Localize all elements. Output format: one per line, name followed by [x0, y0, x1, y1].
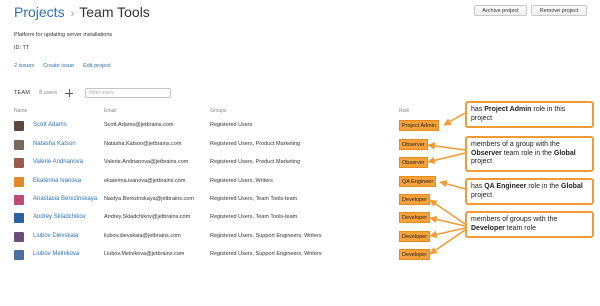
user-groups: Registered Users: [210, 122, 253, 128]
avatar: [14, 121, 24, 131]
user-groups: Registered Users, Product Marketing: [210, 141, 301, 147]
user-groups: Registered Users, Product Marketing: [210, 159, 301, 165]
breadcrumb-projects-link[interactable]: Projects: [14, 4, 65, 20]
add-user-icon[interactable]: [64, 88, 74, 98]
user-name-link[interactable]: Scott Adams: [33, 122, 67, 128]
project-links: 2 issues Create issue Edit project: [14, 63, 111, 69]
avatar: [14, 177, 24, 187]
user-email: Natasha.Katson@jetbrains.com: [104, 141, 182, 147]
breadcrumb: Projects › Team Tools: [14, 4, 150, 26]
role-badge: Developer: [399, 194, 431, 205]
user-email: Andrey.Skladchikov@jetbrains.com: [104, 214, 191, 220]
callout-observer: members of a group with the Observer tea…: [465, 136, 594, 172]
create-issue-link[interactable]: Create issue: [43, 63, 74, 69]
table-row: Andrey Skladchikov Andrey.Skladchikov@je…: [14, 209, 444, 227]
edit-project-link[interactable]: Edit project: [83, 63, 111, 69]
avatar: [14, 140, 24, 150]
table-row: Liubov Dievskaia liubov.dievskaia@jetbra…: [14, 228, 444, 246]
user-name-link[interactable]: Liubov Melnikova: [33, 251, 79, 257]
callout-project-admin: has Project Admin role in this project: [465, 101, 594, 128]
user-name-link[interactable]: Anastasia Berezinskaya: [33, 196, 97, 202]
page-title: Team Tools: [79, 4, 150, 20]
user-email: Nastya.Berezinskaya@jetbrains.com: [104, 196, 194, 202]
breadcrumb-separator: ›: [70, 8, 75, 20]
user-email: Liubov.Melnikova@jetbrains.com: [104, 251, 185, 257]
role-badge: Developer: [399, 249, 431, 260]
user-name-link[interactable]: Natasha Katson: [33, 141, 76, 147]
project-id: ID: TT: [14, 45, 30, 51]
user-email: Scott.Adams@jetbrains.com: [104, 122, 174, 128]
role-badge: Developer: [399, 212, 431, 223]
user-name-link[interactable]: Liubov Dievskaia: [33, 233, 78, 239]
team-toolbar: TEAM 8 users: [14, 88, 172, 98]
avatar: [14, 195, 24, 205]
role-badge: Observer: [399, 157, 428, 168]
role-badge: Project Admin: [399, 120, 439, 131]
callout-developer: members of groups with the Developer tea…: [465, 211, 594, 238]
callout-qa-engineer: has QA Engineer role in the Global proje…: [465, 178, 594, 205]
column-header-role: Role: [399, 108, 410, 114]
avatar: [14, 213, 24, 223]
user-groups: Registered Users, Support Engineers, Wri…: [210, 233, 322, 239]
user-email: ekaterina.ivanova@jetbrains.com: [104, 178, 186, 184]
column-header-name: Name: [14, 108, 28, 114]
user-name-link[interactable]: Andrey Skladchikov: [33, 214, 86, 220]
table-row: Valerie Andrianova Valerie.Andrianova@je…: [14, 154, 444, 172]
table-row: Liubov Melnikova Liubov.Melnikova@jetbra…: [14, 246, 444, 264]
team-heading: TEAM: [14, 90, 31, 96]
avatar: [14, 250, 24, 260]
column-header-groups: Groups: [210, 108, 227, 114]
table-row: Scott Adams Scott.Adams@jetbrains.com Re…: [14, 117, 444, 135]
user-groups: Registered Users, Team Tools-team: [210, 214, 298, 220]
user-groups: Registered Users, Writers: [210, 178, 273, 184]
user-groups: Registered Users, Support Engineers, Wri…: [210, 251, 322, 257]
table-row: Ekaterina Ivanova ekaterina.ivanova@jetb…: [14, 173, 444, 191]
role-badge: Developer: [399, 231, 431, 242]
avatar: [14, 158, 24, 168]
avatar: [14, 232, 24, 242]
user-email: Valerie.Andrianova@jetbrains.com: [104, 159, 189, 165]
table-row: Anastasia Berezinskaya Nastya.Berezinska…: [14, 191, 444, 209]
user-name-link[interactable]: Ekaterina Ivanova: [33, 178, 81, 184]
role-badge: Observer: [399, 139, 428, 150]
table-row: Natasha Katson Natasha.Katson@jetbrains.…: [14, 136, 444, 154]
role-badge: QA Engineer: [399, 176, 437, 187]
user-name-link[interactable]: Valerie Andrianova: [33, 159, 83, 165]
remove-project-button[interactable]: Remove project: [531, 5, 587, 16]
team-user-count: 8 users: [39, 90, 58, 96]
issues-link[interactable]: 2 issues: [14, 63, 34, 69]
filter-users-input[interactable]: [85, 88, 172, 98]
archive-project-button[interactable]: Archive project: [474, 5, 527, 16]
user-email: liubov.dievskaia@jetbrains.com: [104, 233, 181, 239]
user-groups: Registered Users, Team Tools-team: [210, 196, 298, 202]
project-description: Platform for updating server installatio…: [14, 32, 113, 38]
column-header-email: Email: [104, 108, 117, 114]
